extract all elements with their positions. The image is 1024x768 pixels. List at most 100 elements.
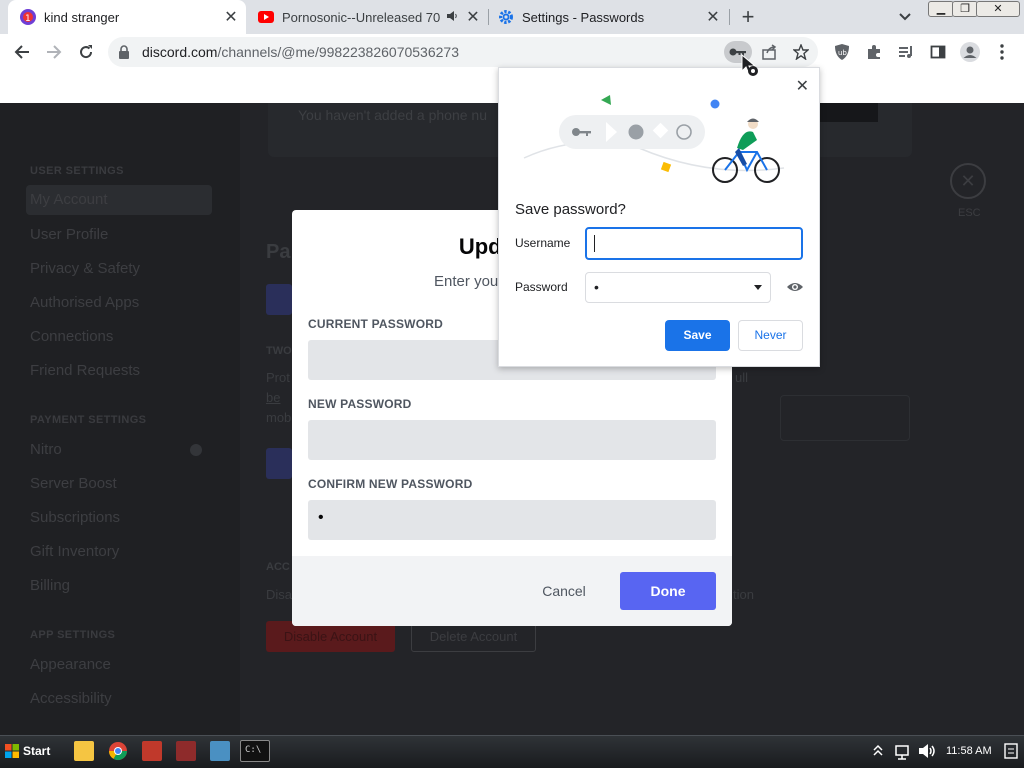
menu-kebab-icon[interactable] <box>991 41 1013 63</box>
password-value: • <box>594 279 599 295</box>
close-icon[interactable]: ✕ <box>704 7 722 27</box>
sidebar-heading-user-settings: USER SETTINGS <box>30 165 124 177</box>
tab-separator <box>729 9 730 25</box>
username-input[interactable] <box>585 227 803 260</box>
sidebar-item-authorised-apps[interactable]: Authorised Apps <box>30 294 139 311</box>
esc-label: ESC <box>958 207 981 219</box>
eye-icon[interactable] <box>786 279 804 295</box>
sidebar-item-accessibility[interactable]: Accessibility <box>30 690 112 707</box>
gear-icon <box>498 9 514 25</box>
bubble-title: Save password? <box>515 201 626 218</box>
settings-sidebar: USER SETTINGS My Account User Profile Pr… <box>0 103 240 735</box>
ublock-icon[interactable]: ub <box>831 41 853 63</box>
url-text: discord.com/channels/@me/998223826070536… <box>142 44 459 60</box>
tab-kind-stranger[interactable]: 1 kind stranger ✕ <box>8 0 246 34</box>
tray-expand-icon[interactable] <box>872 741 884 761</box>
two-factor-heading: TWO <box>266 345 292 357</box>
new-tab-button[interactable]: + <box>736 4 760 29</box>
media-queue-icon[interactable] <box>895 41 917 63</box>
done-button[interactable]: Done <box>620 572 716 610</box>
start-button[interactable]: Start <box>0 736 52 766</box>
address-bar[interactable]: discord.com/channels/@me/998223826070536… <box>108 37 818 67</box>
cancel-button[interactable]: Cancel <box>528 572 600 610</box>
sidebar-item-connections[interactable]: Connections <box>30 328 113 345</box>
section-heading-password: Pa <box>266 241 291 263</box>
start-label: Start <box>23 744 51 758</box>
mouse-cursor-icon <box>741 54 758 76</box>
lock-icon[interactable] <box>118 45 130 64</box>
two-factor-text-2: be <box>266 390 281 405</box>
speaker-icon[interactable] <box>446 10 458 25</box>
esc-close-icon[interactable]: ✕ <box>950 163 986 199</box>
windows-flag-icon <box>5 744 19 758</box>
browser-toolbar: discord.com/channels/@me/998223826070536… <box>0 34 1024 70</box>
confirm-password-input[interactable]: • <box>308 500 716 540</box>
app-launcher-icon[interactable] <box>142 741 162 761</box>
two-factor-text-3: mob <box>266 410 292 425</box>
taskbar-clock: 11:58 AM <box>946 745 992 757</box>
tab-title: kind stranger <box>44 9 120 25</box>
password-select[interactable]: • <box>585 272 771 303</box>
password-label: Password <box>515 280 568 294</box>
tab-youtube[interactable]: Pornosonic--Unreleased 70's ✕ <box>250 0 488 34</box>
profile-avatar-icon[interactable] <box>959 41 981 63</box>
back-button[interactable] <box>10 40 34 64</box>
minimize-button[interactable]: ▁ <box>928 1 954 17</box>
nitro-badge-icon <box>190 444 202 456</box>
close-icon[interactable]: ✕ <box>464 7 482 27</box>
save-button[interactable]: Save <box>665 320 730 351</box>
url-path: /channels/@me/998223826070536273 <box>217 44 459 60</box>
sidebar-item-appearance[interactable]: Appearance <box>30 656 111 673</box>
bookmark-star-icon[interactable] <box>790 41 812 63</box>
two-factor-text-1: Prot <box>266 370 290 385</box>
phone-banner-text: You haven't added a phone nu <box>298 107 487 123</box>
username-label: Username <box>515 236 571 250</box>
forward-button[interactable] <box>42 40 66 64</box>
terminal-icon[interactable]: C:\ <box>240 740 270 762</box>
game-app-icon[interactable] <box>176 741 196 761</box>
sidebar-item-gift-inventory[interactable]: Gift Inventory <box>30 543 119 560</box>
tab-search-chevron-down-icon[interactable] <box>893 5 917 29</box>
enable-2fa-button[interactable] <box>266 448 292 479</box>
sidebar-item-user-profile[interactable]: User Profile <box>30 226 108 243</box>
sidebar-item-friend-requests[interactable]: Friend Requests <box>30 362 140 379</box>
change-password-button[interactable] <box>266 284 292 315</box>
never-button[interactable]: Never <box>738 320 803 351</box>
sidebar-item-billing[interactable]: Billing <box>30 577 70 594</box>
extensions-puzzle-icon[interactable] <box>863 41 885 63</box>
account-removal-heading: ACC <box>266 561 290 573</box>
close-icon[interactable]: ✕ <box>796 76 809 96</box>
url-host: discord.com <box>142 44 218 60</box>
file-explorer-icon[interactable] <box>74 741 94 761</box>
maximize-button[interactable]: ❐ <box>952 1 978 17</box>
chrome-icon[interactable] <box>108 741 128 761</box>
network-icon[interactable] <box>893 741 913 761</box>
new-password-label: NEW PASSWORD <box>308 397 412 411</box>
svg-text:ub: ub <box>838 49 847 57</box>
sidebar-heading-payment-settings: PAYMENT SETTINGS <box>30 414 147 426</box>
remote-desktop-icon[interactable] <box>210 741 230 761</box>
phone-add-button[interactable] <box>820 103 878 122</box>
tab-settings-passwords[interactable]: Settings - Passwords ✕ <box>490 0 728 34</box>
account-removal-text-tail: tion <box>733 587 754 602</box>
save-password-bubble: ✕ Save password? Username Password • Sav… <box>498 67 820 367</box>
sidebar-item-server-boost[interactable]: Server Boost <box>30 475 117 492</box>
tab-title: Pornosonic--Unreleased 70's <box>282 9 440 25</box>
new-password-input[interactable] <box>308 420 716 460</box>
sidebar-item-nitro[interactable]: Nitro <box>30 441 62 458</box>
sidebar-item-my-account[interactable]: My Account <box>26 185 212 215</box>
sidebar-item-subscriptions[interactable]: Subscriptions <box>30 509 120 526</box>
reload-button[interactable] <box>74 40 98 64</box>
two-factor-text-tail: ull <box>735 370 749 385</box>
text-caret <box>594 235 595 252</box>
app-favicon-icon: 1 <box>20 9 36 25</box>
close-icon[interactable]: ✕ <box>222 7 240 27</box>
volume-icon[interactable] <box>917 741 937 761</box>
youtube-icon <box>258 9 274 25</box>
modal-footer: Cancel Done <box>292 556 732 626</box>
notifications-icon[interactable] <box>1004 741 1018 761</box>
sidebar-item-privacy-safety[interactable]: Privacy & Safety <box>30 260 140 277</box>
window-close-button[interactable]: ✕ <box>976 1 1020 17</box>
side-panel-icon[interactable] <box>927 41 949 63</box>
dropdown-arrow-icon <box>754 285 762 290</box>
